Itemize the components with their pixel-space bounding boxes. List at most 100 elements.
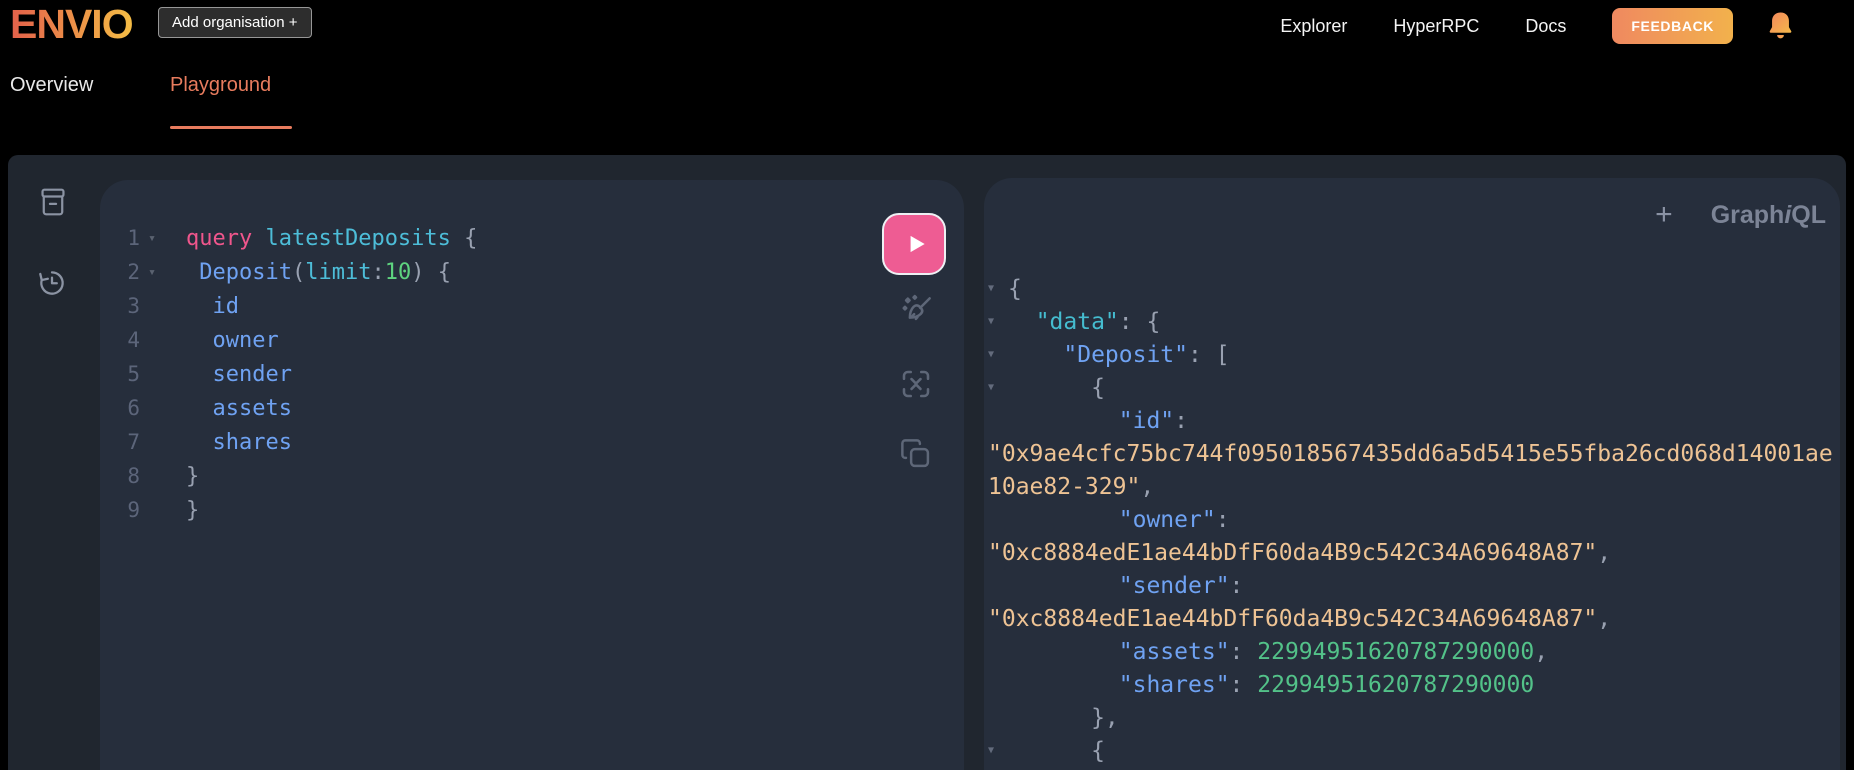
code-token: 22994951620787290000 [1257,671,1535,698]
merge-fragments-button[interactable] [898,366,934,402]
code-text: id [186,294,240,319]
code-token: query [186,225,253,251]
code-token: assets [212,395,292,421]
response-text: { [1008,276,1022,302]
notification-bell-icon[interactable] [1767,10,1794,42]
code-token: : { [1118,308,1161,335]
fold-toggle-icon[interactable]: ▼ [988,382,1008,393]
response-panel: + GraphiQL ▼{▼ "data": {▼ "Deposit": [▼{"i… [984,178,1840,770]
code-text: query latestDeposits { [186,226,477,251]
code-token: "owner" [1118,506,1216,533]
tab-playground[interactable]: Playground [170,74,271,97]
response-line: "assets": 22994951620787290000, [988,635,1836,668]
code-token: : [371,259,385,285]
response-text: "sender": [1008,572,1244,599]
fold-toggle-icon[interactable]: ▾ [140,265,164,280]
code-token: , [1597,605,1612,632]
session-header: + GraphiQL [1655,200,1826,230]
code-token: "sender" [1118,572,1230,599]
response-text: }, [1008,705,1119,731]
editor-line: 1 ▾ query latestDeposits { [100,221,844,255]
add-tab-button[interactable]: + [1655,200,1673,230]
page: ENVIO Add organisation + Explorer HyperR… [0,0,1854,770]
code-token: : [ [1188,341,1230,368]
feedback-button[interactable]: FEEDBACK [1612,8,1733,44]
code-token: { [424,259,451,285]
code-token: owner [212,327,279,353]
code-token: } [186,497,200,523]
code-token: : [1215,506,1230,533]
copy-query-button[interactable] [898,436,933,471]
code-token: { [450,225,478,251]
fold-toggle-icon[interactable]: ▼ [988,283,1008,294]
response-text: { [1008,738,1105,764]
line-number: 6 [127,396,140,420]
nav-explorer[interactable]: Explorer [1280,16,1347,37]
response-line: ▼{ [988,371,1836,404]
fold-toggle-icon[interactable]: ▼ [988,349,1008,360]
tab-overview[interactable]: Overview [10,74,93,97]
editor-line: 3 id [100,289,844,323]
line-number: 3 [127,294,140,318]
code-token: 10ae82-329" [988,473,1141,500]
editor-line: 5 sender [100,357,844,391]
line-number: 7 [127,430,140,454]
response-line: "sender": [988,569,1836,602]
code-text: owner [186,328,279,353]
code-token: Deposit [199,259,292,285]
fold-toggle-icon[interactable]: ▾ [140,231,164,246]
code-token: sender [212,361,292,387]
docs-icon[interactable] [38,186,68,218]
code-text: } [186,498,199,523]
line-number: 1 [127,226,140,250]
response-line: ▼ "data": { [988,305,1836,338]
code-text: Deposit(limit:10) { [186,260,451,285]
code-token: latestDeposits [265,225,451,251]
code-token: , [1140,473,1155,500]
add-organisation-button[interactable]: Add organisation + [158,7,312,38]
response-line: "shares": 22994951620787290000 [988,668,1836,701]
code-token: "0x9ae4cfc75bc744f095018567435dd6a5d5415… [988,440,1833,467]
code-token: "shares" [1118,671,1230,698]
line-number: 9 [127,498,140,522]
code-token: : [1229,638,1258,665]
editor-line: 4 owner [100,323,844,357]
prettify-button[interactable] [898,292,936,330]
code-token: } [186,463,200,489]
fold-toggle-icon[interactable]: ▼ [988,745,1008,756]
nav-hyperrpc[interactable]: HyperRPC [1393,16,1479,37]
code-token: ( [291,259,306,285]
nav-docs[interactable]: Docs [1525,16,1566,37]
code-token: { [1008,275,1022,302]
response-line: ▼{ [988,272,1836,305]
response-line: "owner": [988,503,1836,536]
execute-query-button[interactable] [882,213,946,275]
response-text: "0xc8884edE1ae44bDfF60da4B9c542C34A69648… [988,606,1611,632]
editor-line: 7 shares [100,425,844,459]
line-number: 5 [127,362,140,386]
code-token: }, [1091,704,1119,731]
code-text: shares [186,430,292,455]
response-line: "0x9ae4cfc75bc744f095018567435dd6a5d5415… [988,437,1836,470]
fold-toggle-icon[interactable]: ▼ [988,316,1008,327]
response-text: 10ae82-329", [988,474,1154,500]
code-token: "data" [1035,308,1119,335]
query-editor-panel[interactable]: 1 ▾ query latestDeposits {2 ▾ Deposit(limit… [100,180,964,770]
editor-line: 2 ▾ Deposit(limit:10) { [100,255,844,289]
response-line: "id": [988,404,1836,437]
code-token: "0xc8884edE1ae44bDfF60da4B9c542C34A69648… [988,605,1598,632]
envio-logo[interactable]: ENVIO [10,1,134,48]
history-icon[interactable] [36,267,68,299]
query-editor[interactable]: 1 ▾ query latestDeposits {2 ▾ Deposit(limit… [100,221,844,527]
line-number: 8 [127,464,140,488]
code-token: : [1229,572,1244,599]
response-text: "data": { [1008,308,1161,335]
response-viewer[interactable]: ▼{▼ "data": {▼ "Deposit": [▼{"id": "0x9ae4c… [988,272,1836,767]
code-text: } [186,464,199,489]
line-number: 2 [127,260,140,284]
